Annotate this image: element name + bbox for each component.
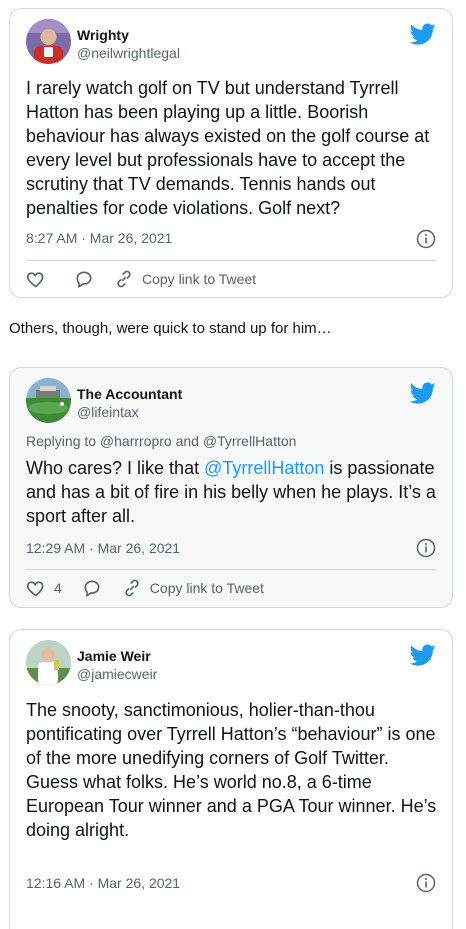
copy-link-button[interactable]: Copy link to Tweet bbox=[114, 269, 256, 289]
tweet-card[interactable]: The Accountant @lifeintax Replying to @h… bbox=[9, 367, 453, 608]
copy-link-label: Copy link to Tweet bbox=[149, 580, 264, 596]
like-count: 4 bbox=[54, 580, 62, 596]
tweet-card[interactable]: Wrighty @neilwrightlegal I rarely watch … bbox=[9, 8, 453, 298]
reply-icon bbox=[84, 580, 100, 597]
copy-link-label: Copy link to Tweet bbox=[142, 271, 257, 287]
divider bbox=[26, 260, 436, 261]
like-button[interactable] bbox=[26, 269, 54, 289]
reply-icon bbox=[76, 271, 92, 288]
handle[interactable]: @neilwrightlegal bbox=[77, 44, 180, 62]
timestamp[interactable]: 8:27 AM · Mar 26, 2021 bbox=[26, 230, 172, 246]
tweet-text-start: Who cares? I like that bbox=[26, 458, 205, 478]
copy-link-button[interactable]: Copy link to Tweet bbox=[122, 578, 264, 598]
reply-button[interactable] bbox=[74, 269, 94, 289]
tweet-text: The snooty, sanctimonious, holier-than-t… bbox=[26, 700, 437, 840]
heart-icon bbox=[26, 272, 44, 288]
link-icon bbox=[117, 270, 131, 288]
avatar[interactable] bbox=[26, 378, 71, 423]
avatar[interactable] bbox=[26, 640, 71, 685]
display-name[interactable]: Jamie Weir bbox=[77, 647, 157, 665]
reply-button[interactable] bbox=[82, 578, 102, 598]
display-name[interactable]: The Accountant bbox=[77, 385, 182, 403]
like-button[interactable]: 4 bbox=[26, 578, 62, 598]
timestamp[interactable]: 12:29 AM · Mar 26, 2021 bbox=[26, 540, 180, 556]
handle[interactable]: @lifeintax bbox=[77, 403, 182, 421]
twitter-bird-icon[interactable] bbox=[410, 21, 436, 47]
info-icon[interactable] bbox=[416, 538, 436, 558]
replying-to[interactable]: Replying to @harrropro and @TyrrellHatto… bbox=[26, 433, 296, 449]
display-name[interactable]: Wrighty bbox=[77, 26, 180, 44]
twitter-bird-icon[interactable] bbox=[410, 380, 436, 406]
info-icon[interactable] bbox=[416, 873, 436, 893]
tweet-text: Who cares? I like that @TyrrellHatton is… bbox=[26, 456, 442, 528]
divider bbox=[26, 569, 436, 570]
link-icon bbox=[125, 579, 139, 597]
avatar[interactable] bbox=[26, 19, 71, 64]
mention-link[interactable]: @TyrrellHatton bbox=[204, 458, 324, 478]
info-icon[interactable] bbox=[416, 229, 436, 249]
tweet-card[interactable]: Jamie Weir @jamiecweir The snooty, sanct… bbox=[9, 629, 453, 929]
timestamp[interactable]: 12:16 AM · Mar 26, 2021 bbox=[26, 875, 180, 891]
twitter-bird-icon[interactable] bbox=[410, 642, 436, 668]
tweet-text: I rarely watch golf on TV but understand… bbox=[26, 78, 435, 218]
heart-icon bbox=[26, 581, 44, 597]
article-paragraph: Others, though, were quick to stand up f… bbox=[9, 320, 332, 337]
handle[interactable]: @jamiecweir bbox=[77, 665, 157, 683]
